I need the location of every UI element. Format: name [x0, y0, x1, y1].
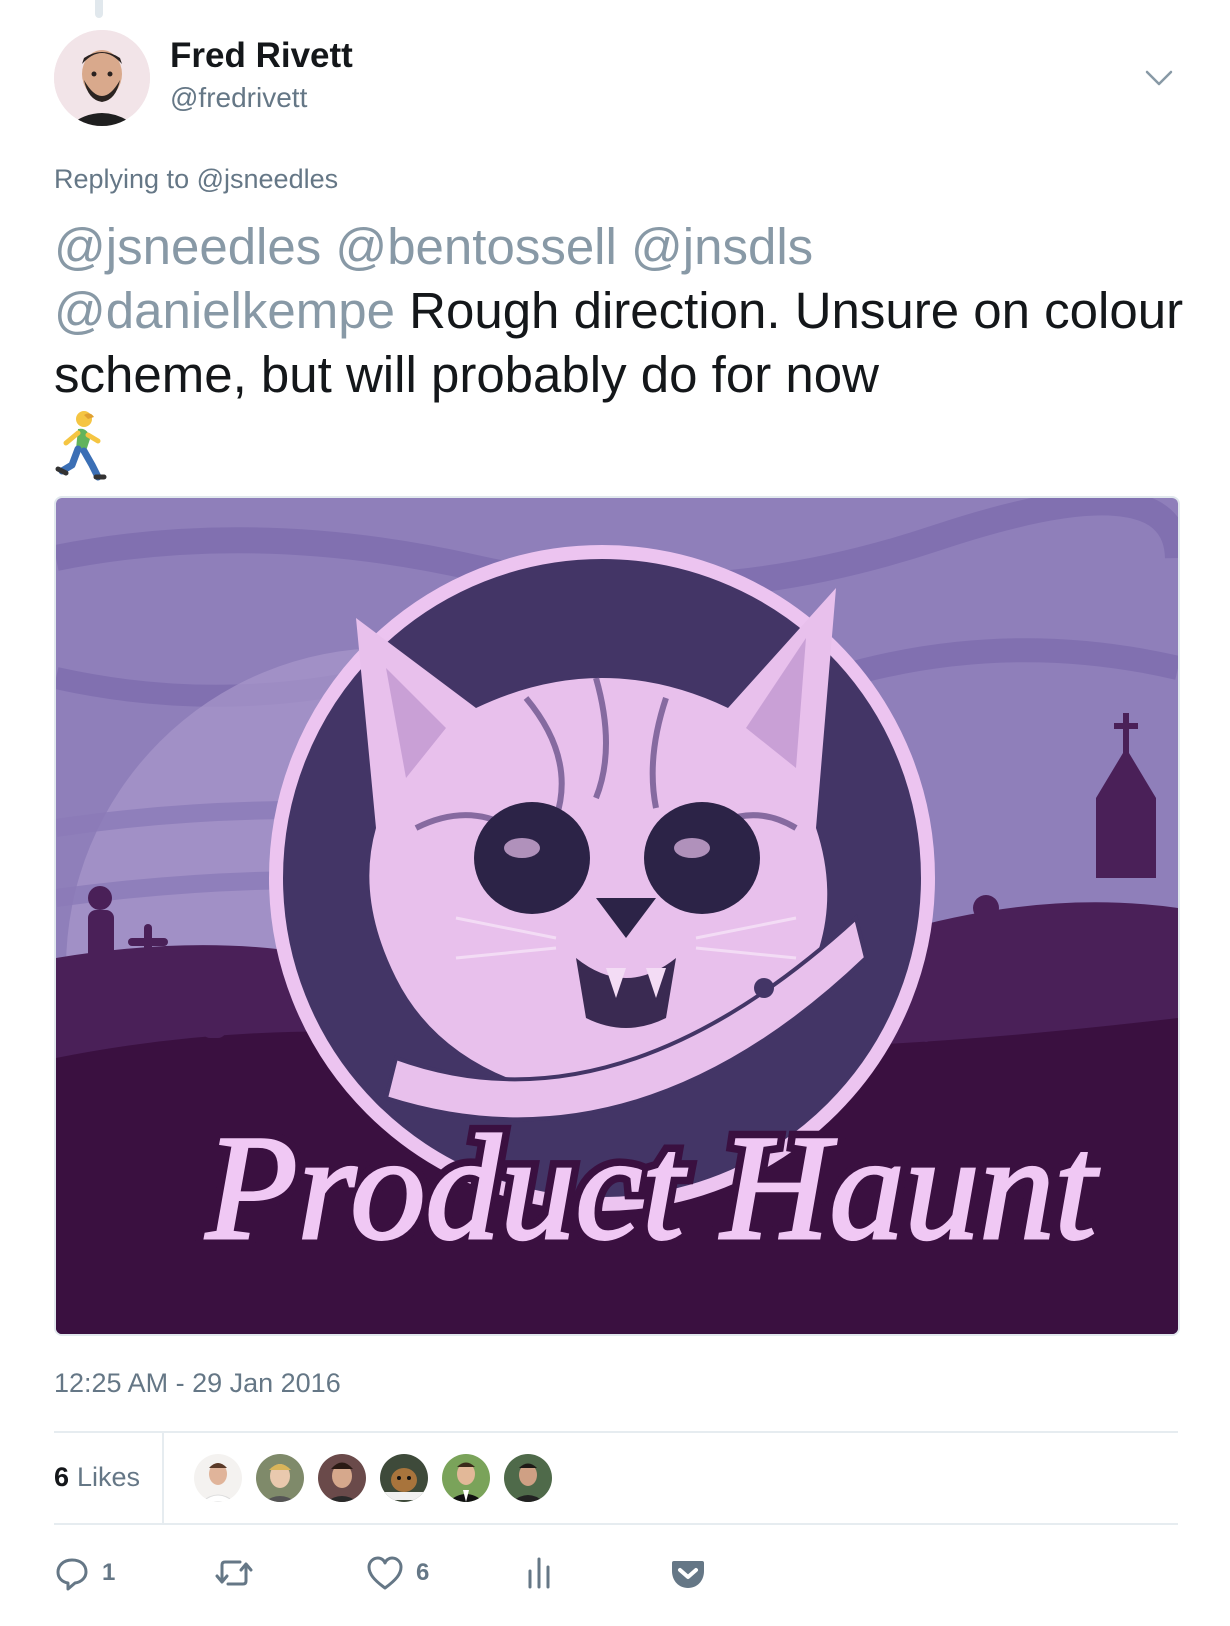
liker-avatar[interactable]	[378, 1452, 430, 1504]
tweet-media-image[interactable]: Product Haunt Product Haunt	[54, 496, 1180, 1336]
thread-connector	[95, 0, 103, 18]
pocket-button[interactable]	[670, 1545, 706, 1601]
retweet-icon	[215, 1560, 253, 1586]
author-avatar[interactable]	[54, 30, 150, 126]
runner-icon	[54, 409, 108, 481]
author-handle[interactable]: @fredrivett	[170, 82, 307, 114]
liker-avatar[interactable]	[192, 1452, 244, 1504]
tweet-text: @jsneedles @bentossell @jnsdls @danielke…	[54, 215, 1184, 481]
likes-count[interactable]: 6 Likes	[54, 1431, 164, 1523]
divider-top	[54, 1431, 1178, 1433]
author-name[interactable]: Fred Rivett	[170, 36, 353, 76]
like-count: 6	[416, 1559, 430, 1586]
analytics-icon	[528, 1557, 550, 1589]
liker-avatar[interactable]	[440, 1452, 492, 1504]
like-button[interactable]: 6	[366, 1545, 429, 1601]
pocket-icon	[672, 1561, 704, 1588]
heart-icon	[367, 1556, 403, 1590]
chevron-down-icon[interactable]	[1144, 62, 1174, 92]
retweet-button[interactable]	[214, 1545, 254, 1601]
replying-to: Replying to @jsneedles	[54, 164, 338, 195]
reply-count: 1	[102, 1559, 116, 1586]
liker-avatar[interactable]	[502, 1452, 554, 1504]
mention-link-danielkempe[interactable]: @danielkempe	[54, 282, 395, 339]
likes-number: 6	[54, 1461, 70, 1492]
likes-label: Likes	[77, 1461, 141, 1492]
replying-to-link[interactable]: @jsneedles	[197, 164, 339, 194]
likers-avatars	[192, 1452, 564, 1504]
tweet-timestamp[interactable]: 12:25 AM - 29 Jan 2016	[54, 1368, 341, 1399]
liker-avatar[interactable]	[254, 1452, 306, 1504]
reply-button[interactable]: 1	[54, 1545, 115, 1601]
action-bar: 1 6	[54, 1545, 1178, 1601]
liker-avatar[interactable]	[316, 1452, 368, 1504]
mention-links[interactable]: @jsneedles @bentossell @jnsdls	[54, 218, 813, 275]
reply-icon	[56, 1558, 88, 1591]
analytics-button[interactable]	[524, 1545, 554, 1601]
replying-label: Replying to	[54, 164, 190, 194]
divider-bottom	[54, 1523, 1178, 1525]
logo-text: Product Haunt	[205, 1105, 1100, 1271]
